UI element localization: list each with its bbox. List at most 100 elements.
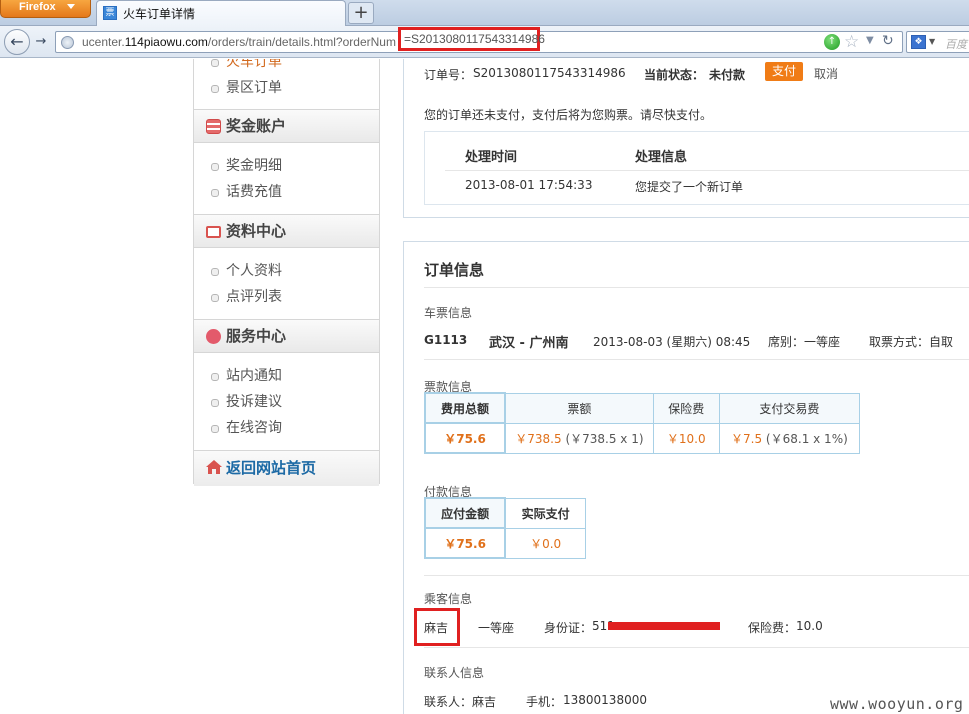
cancel-order-link[interactable]: 取消: [814, 65, 838, 82]
fee-header-ticket: 票额: [504, 392, 654, 424]
fee-value-insurance: ￥10.0: [652, 422, 720, 454]
log-row-info: 您提交了一个新订单: [635, 180, 744, 194]
passenger-info-label: 乘客信息: [424, 592, 473, 606]
passenger-insurance-label: 保险费：: [748, 621, 797, 635]
log-row-time: 2013-08-01 17:54:33: [465, 178, 593, 192]
search-engine-dropdown-icon[interactable]: ▼: [929, 37, 935, 46]
sidebar-item-review-list[interactable]: 点评列表: [194, 284, 379, 310]
back-button[interactable]: ←: [4, 29, 30, 55]
sidebar-heading-label: 奖金账户: [226, 117, 287, 135]
contact-phone: 13800138000: [563, 693, 647, 707]
pay-button[interactable]: 支付: [765, 62, 803, 81]
order-number: S2013080117543314986: [473, 66, 626, 80]
tab-title: 火车订单详情: [123, 7, 196, 21]
section-divider: [424, 287, 969, 288]
status-label: 当前状态：: [644, 68, 705, 82]
section-divider: [424, 647, 969, 648]
sidebar-item-phone-recharge[interactable]: 话费充值: [194, 179, 379, 205]
history-dropdown-icon[interactable]: ▼: [866, 35, 874, 46]
url-path: /orders/train/details.html?orderNum: [207, 35, 396, 49]
arrow-left-icon: ←: [10, 32, 24, 51]
reload-icon[interactable]: ↻: [882, 33, 894, 49]
log-header-time: 处理时间: [465, 150, 518, 165]
sidebar-heading-bonus-account[interactable]: 奖金账户: [194, 109, 379, 143]
train-route: 武汉 - 广州南: [489, 336, 569, 351]
sidebar-item-online-consult[interactable]: 在线咨询: [194, 415, 379, 441]
fee-value-total: ￥75.6: [423, 422, 507, 454]
page-content: 火车订单 景区订单 奖金账户 奖金明细 话费充值 资料中心 个人资料 点评列表 …: [0, 59, 969, 714]
fee-header-insurance: 保险费: [652, 392, 720, 424]
order-info-title: 订单信息: [424, 261, 485, 279]
fee-note-transaction: (￥68.1 x 1%): [765, 431, 848, 446]
contact-info-label: 联系人信息: [424, 666, 485, 680]
sidebar-item-scenic-orders[interactable]: 景区订单: [194, 75, 379, 101]
passenger-id-label: 身份证：: [544, 621, 593, 635]
url-order-number-highlight: =S2013080117543314986: [398, 27, 545, 51]
passenger-seat: 一等座: [478, 621, 515, 635]
ticket-pickup-method: 取票方式：自取: [869, 335, 954, 349]
seat-class: 席别：一等座: [768, 335, 841, 349]
passenger-name: 麻吉: [424, 621, 449, 635]
globe-icon: [61, 36, 74, 49]
ticket-info-label: 车票信息: [424, 306, 473, 320]
contact-phone-label: 手机：: [526, 695, 563, 709]
section-divider: [424, 575, 969, 576]
sidebar-item-train-orders[interactable]: 火车订单: [194, 59, 379, 75]
sidebar-heading-profile-center[interactable]: 资料中心: [194, 214, 379, 248]
processing-log-table: 处理时间 处理信息 2013-08-01 17:54:33 您提交了一个新订单: [424, 131, 969, 205]
pay-value-paid: ￥0.0: [504, 527, 587, 559]
sidebar-item-site-notices[interactable]: 站内通知: [194, 363, 379, 389]
url-domain: 114piaowu.com: [124, 35, 208, 49]
money-icon: [206, 119, 221, 134]
navigation-toolbar: ← → ucenter.114piaowu.com/orders/train/d…: [0, 26, 969, 58]
pay-header-due: 应付金额: [423, 497, 507, 529]
departure-time: 2013-08-03 (星期六) 08:45: [593, 335, 751, 349]
bookmark-star-icon[interactable]: ☆: [844, 32, 859, 52]
id-redaction-bar: [608, 622, 720, 630]
address-bar[interactable]: ucenter.114piaowu.com/orders/train/detai…: [55, 27, 903, 53]
url-prefix: ucenter.: [82, 35, 125, 49]
passenger-insurance: 10.0: [796, 619, 823, 633]
payment-notice: 您的订单还未支付，支付后将为您购票。请尽快支付。: [424, 108, 713, 122]
forward-button[interactable]: →: [32, 33, 50, 51]
sidebar-heading-label: 服务中心: [226, 327, 287, 345]
contact-name: 麻吉: [472, 695, 497, 709]
fee-value-ticket: ￥738.5: [515, 431, 562, 446]
log-header-info: 处理信息: [635, 150, 688, 165]
order-info-panel: 订单信息 车票信息 G1113 武汉 - 广州南 2013-08-03 (星期六…: [403, 241, 969, 714]
fee-header-total: 费用总额: [423, 392, 507, 424]
order-number-label: 订单号：: [424, 68, 473, 82]
payment-table: 应付金额 实际支付 ￥75.6 ￥0.0: [423, 497, 587, 559]
chevron-down-icon: [67, 4, 75, 9]
search-box[interactable]: ❖ ▼ 百度: [906, 31, 969, 53]
browser-tab[interactable]: 票 火车订单详情: [96, 0, 346, 26]
firefox-menu-label: Firefox: [19, 1, 56, 13]
fee-cell-transaction: ￥7.5 (￥68.1 x 1%): [718, 422, 861, 454]
search-placeholder: 百度: [945, 38, 967, 51]
order-status-panel: 订单号： S2013080117543314986 当前状态： 未付款 支付 取…: [403, 59, 969, 218]
new-tab-button[interactable]: +: [348, 2, 374, 24]
status-value: 未付款: [709, 68, 746, 82]
sidebar-item-complaints[interactable]: 投诉建议: [194, 389, 379, 415]
tab-bar: Firefox 票 火车订单详情 +: [0, 0, 969, 26]
sidebar-heading-service-center[interactable]: 服务中心: [194, 319, 379, 353]
watermark: www.wooyun.org: [830, 695, 964, 713]
ticket-favicon-icon: 票: [103, 6, 117, 20]
fee-table: 费用总额 票额 保险费 支付交易费 ￥75.6 ￥738.5 (￥738.5 x…: [423, 392, 861, 454]
back-to-homepage-link[interactable]: 返回网站首页: [194, 450, 379, 486]
sidebar-item-bonus-details[interactable]: 奖金明细: [194, 153, 379, 179]
home-icon: [206, 460, 222, 474]
pay-value-due: ￥75.6: [423, 527, 507, 559]
url-text[interactable]: ucenter.114piaowu.com/orders/train/detai…: [82, 35, 396, 49]
baidu-paw-icon[interactable]: ❖: [911, 35, 926, 49]
go-arrow-icon[interactable]: ↑: [824, 34, 840, 50]
fee-header-transaction: 支付交易费: [718, 392, 861, 424]
sidebar-item-personal-info[interactable]: 个人资料: [194, 258, 379, 284]
user-center-sidebar: 火车订单 景区订单 奖金账户 奖金明细 话费充值 资料中心 个人资料 点评列表 …: [193, 59, 380, 486]
section-divider: [424, 359, 969, 360]
folder-icon: [206, 226, 221, 238]
home-link-label: 返回网站首页: [226, 459, 317, 477]
firefox-menu-button[interactable]: Firefox: [0, 0, 91, 18]
order-menu-group: 火车订单 景区订单: [194, 59, 379, 101]
contact-name-label: 联系人：: [424, 695, 473, 709]
